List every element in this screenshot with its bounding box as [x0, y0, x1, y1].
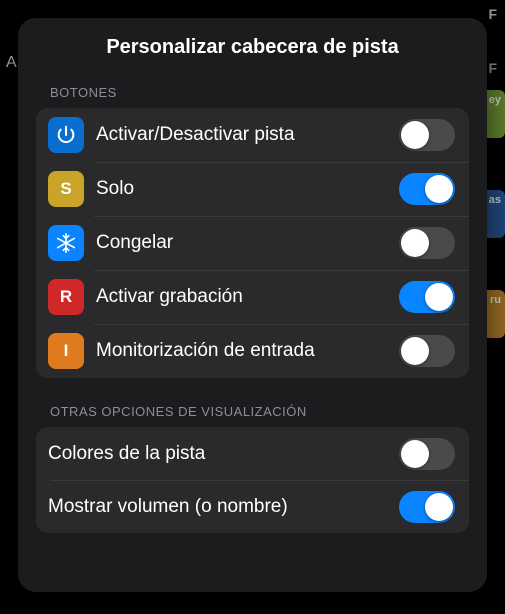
customize-track-header-panel: Personalizar cabecera de pista BOTONES A… [18, 18, 487, 592]
row-freeze: Congelar [36, 216, 469, 270]
row-colors: Colores de la pista [36, 427, 469, 480]
switch-power[interactable] [399, 119, 455, 151]
solo-icon: S [48, 171, 84, 207]
row-label-colors: Colores de la pista [48, 443, 399, 465]
bg-track-label: ru [490, 294, 501, 306]
bg-track-label: ey [489, 94, 501, 106]
bg-letter-a: A [6, 54, 17, 72]
row-power: Activar/Desactivar pista [36, 108, 469, 162]
switch-colors[interactable] [399, 438, 455, 470]
row-label-record: Activar grabación [96, 286, 399, 308]
row-volume: Mostrar volumen (o nombre) [36, 480, 469, 533]
bg-track-label: as [489, 194, 501, 206]
panel-title: Personalizar cabecera de pista [18, 18, 487, 81]
row-input: I Monitorización de entrada [36, 324, 469, 378]
switch-volume[interactable] [399, 491, 455, 523]
record-icon: R [48, 279, 84, 315]
row-label-power: Activar/Desactivar pista [96, 124, 399, 146]
group-buttons: Activar/Desactivar pista S Solo Congelar R Ac… [36, 108, 469, 378]
input-icon: I [48, 333, 84, 369]
bg-letter-f1: F [488, 6, 497, 22]
freeze-icon [48, 225, 84, 261]
power-icon [48, 117, 84, 153]
switch-freeze[interactable] [399, 227, 455, 259]
row-solo: S Solo [36, 162, 469, 216]
row-label-solo: Solo [96, 178, 399, 200]
switch-record[interactable] [399, 281, 455, 313]
switch-solo[interactable] [399, 173, 455, 205]
row-label-volume: Mostrar volumen (o nombre) [48, 496, 399, 518]
section-header-buttons: BOTONES [18, 81, 487, 108]
section-header-other: OTRAS OPCIONES DE VISUALIZACIÓN [18, 400, 487, 427]
row-record: R Activar grabación [36, 270, 469, 324]
row-label-freeze: Congelar [96, 232, 399, 254]
group-other: Colores de la pista Mostrar volumen (o no… [36, 427, 469, 533]
switch-input[interactable] [399, 335, 455, 367]
bg-letter-f2: F [488, 60, 497, 76]
row-label-input: Monitorización de entrada [96, 340, 399, 362]
